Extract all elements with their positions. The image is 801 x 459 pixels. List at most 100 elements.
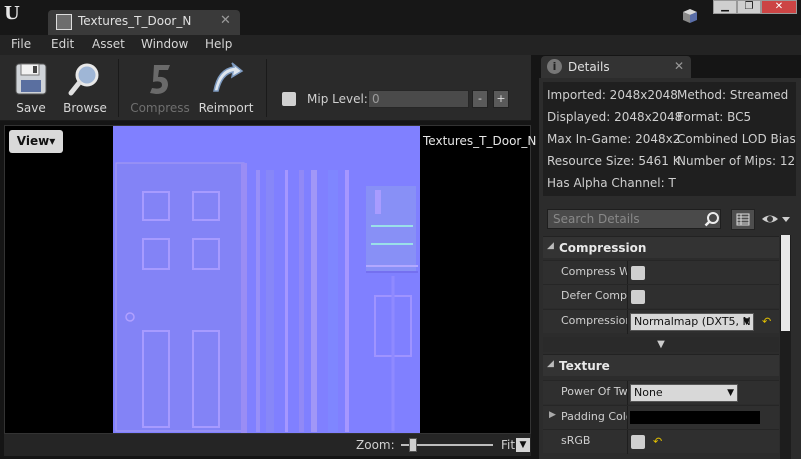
info-row: Resource Size: 5461 K Number of Mips: 12 [547,154,796,168]
collapse-arrow-icon: ◢ [547,359,554,369]
chevron-down-icon: ▼ [657,339,665,350]
power-of-two-value: None [634,386,663,399]
menu-file[interactable]: File [11,37,31,51]
browse-button[interactable]: Browse [60,57,110,119]
info-row: Max In-Game: 2048x2 Combined LOD Bias: 0 [547,132,796,146]
menu-asset[interactable]: Asset [92,37,125,51]
column-splitter[interactable] [627,310,628,334]
prop-srgb: sRGB ↶ [543,429,779,454]
column-splitter[interactable] [627,430,628,454]
padding-color-swatch[interactable] [630,411,760,424]
compress-button[interactable]: Compress [128,57,192,119]
info-method: Method: Streamed [677,88,789,102]
info-row: Displayed: 2048x2048 Format: BC5 [547,110,792,124]
power-of-two-dropdown[interactable]: None ▼ [630,384,738,402]
info-format: Format: BC5 [677,110,752,124]
document-tab-label: Textures_T_Door_N [78,14,192,28]
reimport-label: Reimport [198,101,254,115]
info-max-ingame: Max In-Game: 2048x2 [547,132,681,146]
search-details-input[interactable]: Search Details [547,209,721,229]
texture-asset-icon [56,14,72,30]
title-bar: U Textures_T_Door_N ✕ ▁ ❐ ✕ [0,0,801,35]
menu-bar: File Edit Asset Window Help [0,35,801,55]
save-button[interactable]: Save [6,57,56,119]
details-scrollbar[interactable] [780,235,791,459]
reset-to-default-icon[interactable]: ↶ [653,435,662,448]
category-texture-title: Texture [559,359,610,373]
compress-without-alpha-checkbox[interactable] [631,266,645,280]
compress-icon [150,65,170,94]
cube-icon [683,9,697,23]
info-row: Has Alpha Channel: T [547,176,792,190]
info-icon: i [547,59,562,74]
prop-compress-without-alpha: Compress Wi [543,260,779,285]
save-label: Save [16,101,46,115]
normal-map-preview [113,126,420,433]
view-menu-button[interactable]: View▾ [9,130,63,153]
mip-increment-button[interactable]: + [493,90,509,108]
zoom-bar: Zoom: Fit ▼ [4,434,531,456]
close-details-icon[interactable]: ✕ [674,59,684,73]
column-splitter[interactable] [627,261,628,285]
close-tab-icon[interactable]: ✕ [220,13,231,28]
chevron-down-icon: ▼ [743,317,750,327]
property-matrix-button[interactable] [731,209,755,230]
prop-label: Defer Compre [561,289,627,302]
column-splitter[interactable] [627,381,628,405]
magnifier-icon [68,63,99,96]
category-compression[interactable]: ◢ Compression [543,236,779,258]
mip-level-checkbox[interactable] [282,92,296,106]
info-lod-bias: Combined LOD Bias: 0 [677,132,796,146]
column-splitter[interactable] [627,285,628,309]
menu-window[interactable]: Window [141,37,188,51]
info-resource-size: Resource Size: 5461 K [547,154,681,168]
prop-power-of-two: Power Of Tw None ▼ [543,380,779,405]
zoom-mode-label: Fit [501,438,516,452]
collapse-arrow-icon: ◢ [547,241,554,251]
prop-label: Power Of Tw [561,385,627,398]
info-num-mips: Number of Mips: 12 [677,154,796,168]
mip-decrement-button[interactable]: - [472,90,488,108]
category-texture[interactable]: ◢ Texture [543,354,779,376]
document-tab[interactable]: Textures_T_Door_N ✕ [48,10,240,35]
search-icon [704,212,719,227]
prop-label: Compress Wi [561,265,627,278]
menu-edit[interactable]: Edit [51,37,74,51]
visibility-eye-icon[interactable] [761,212,791,226]
prop-label: sRGB [561,434,591,447]
texture-name-overlay: Textures_T_Door_N [423,134,537,148]
mip-level-spinbox[interactable]: 0 [368,90,469,108]
menu-help[interactable]: Help [205,37,232,51]
reset-to-default-icon[interactable]: ↶ [762,315,771,328]
unreal-logo-icon: U [4,3,20,24]
compression-settings-dropdown[interactable]: Normalmap (DXT5, N ▼ [630,313,754,331]
category-compression-title: Compression [559,241,647,255]
details-tab-label: Details [568,60,610,74]
defer-compression-checkbox[interactable] [631,290,645,304]
srgb-checkbox[interactable] [631,435,645,449]
reimport-button[interactable]: Reimport [196,57,256,119]
minimize-button[interactable]: ▁ [713,0,737,14]
prop-compression-settings: Compression Normalmap (DXT5, N ▼ ↶ [543,309,779,334]
info-has-alpha: Has Alpha Channel: T [547,176,676,190]
texture-info-box: Imported: 2048x2048 Method: Streamed Dis… [543,82,796,196]
details-tab[interactable]: i Details ✕ [541,56,691,78]
compress-label: Compress [130,101,190,115]
scrollbar-thumb[interactable] [781,235,790,331]
compression-settings-value: Normalmap (DXT5, N [634,315,751,328]
toolbar: Save Browse Compress Reimport Mip Level:… [0,55,531,121]
reimport-icon [213,62,244,92]
texture-viewport[interactable]: View▾ Textures_T_Door_N [4,125,536,434]
chevron-down-icon: ▼ [727,388,734,398]
column-splitter[interactable] [627,406,628,430]
mip-level-label: Mip Level: [307,92,368,106]
prop-label: Compression [561,314,627,327]
advanced-expander[interactable]: ▼ [543,337,779,352]
zoom-slider-thumb[interactable] [409,438,418,452]
zoom-mode-dropdown[interactable]: ▼ [516,438,530,452]
maximize-button[interactable]: ❐ [737,0,761,14]
expand-arrow-icon[interactable]: ▶ [549,410,556,420]
floppy-disk-icon [15,63,47,95]
toolbar-separator [118,59,119,117]
close-window-button[interactable]: ✕ [761,0,797,14]
